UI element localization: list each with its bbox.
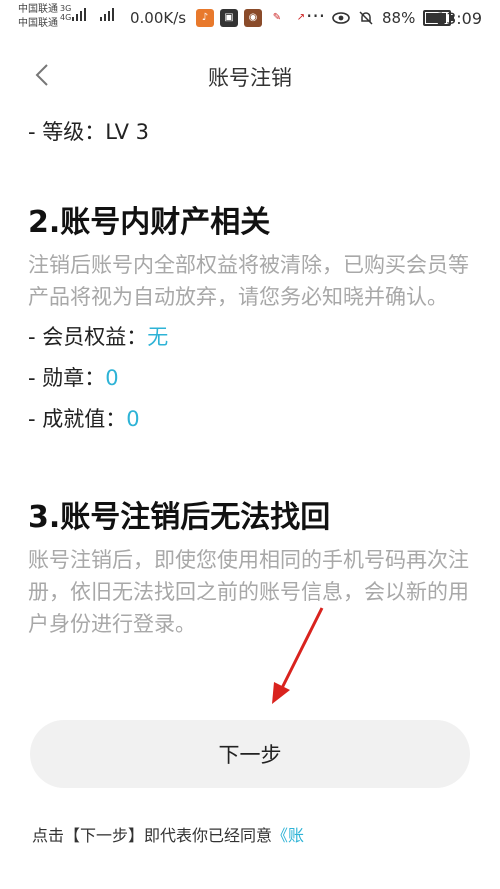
carrier-2: 中国联通 — [18, 18, 58, 29]
carrier-1: 中国联通 — [18, 4, 58, 15]
level-line: - 等级：LV 3 — [28, 120, 150, 144]
network-type: 3G 4G — [60, 4, 71, 22]
annotation-arrow-icon — [272, 607, 324, 704]
agreement-prefix: 点击【下一步】即代表你已经同意 — [32, 826, 273, 845]
signal-icon — [72, 8, 86, 21]
signal-icon-2 — [100, 8, 114, 21]
app-notification-icon: ✎ — [268, 9, 286, 27]
item-value: 0 — [105, 366, 119, 390]
item-value: 无 — [147, 325, 169, 349]
list-item: - 成就值：0 — [28, 399, 478, 440]
section-3-description: 账号注销后，即使您使用相同的手机号码再次注册，依旧无法找回之前的账号信息，会以新… — [28, 548, 469, 636]
item-value: 0 — [126, 407, 140, 431]
status-bar: 中国联通 中国联通 3G 4G 0.00K/s ♪ ▣ ◉ ✎ ↗ ··· 88… — [0, 0, 500, 36]
mute-bell-icon — [359, 11, 373, 25]
page-title: 账号注销 — [208, 66, 292, 90]
section-2-description: 注销后账号内全部权益将被清除，已购买会员等产品将视为自动放弃，请您务必知晓并确认… — [28, 253, 469, 309]
eye-icon — [332, 12, 350, 24]
account-deletion-info: - 等级：LV 3 2.账号内财产相关 注销后账号内全部权益将被清除，已购买会员… — [28, 112, 478, 644]
network-speed: 0.00K/s — [130, 9, 187, 27]
app-notification-icon: ▣ — [220, 9, 238, 27]
battery-percent: 88% — [382, 9, 416, 27]
clock: 13:09 — [435, 9, 482, 28]
agreement-link[interactable]: 《账 — [272, 826, 304, 845]
nav-bar: 账号注销 — [0, 40, 500, 110]
network-type-2: 4G — [60, 13, 72, 22]
next-step-button[interactable]: 下一步 — [30, 720, 470, 788]
network-type-1: 3G — [60, 4, 72, 13]
carrier-names: 中国联通 中国联通 — [18, 3, 58, 31]
item-label: - 会员权益： — [28, 325, 148, 349]
system-icons: 88% — [332, 9, 455, 27]
item-label: - 勋章： — [28, 366, 106, 390]
list-item: - 勋章：0 — [28, 358, 478, 399]
more-notifications-icon: ··· — [306, 4, 326, 28]
app-notification-icon: ◉ — [244, 9, 262, 27]
section-3-title: 3.账号注销后无法找回 — [28, 500, 331, 535]
agreement-text: 点击【下一步】即代表你已经同意《账 — [32, 822, 304, 846]
section-2-title: 2.账号内财产相关 — [28, 205, 271, 240]
item-label: - 成就值： — [28, 407, 127, 431]
notification-icons: ♪ ▣ ◉ ✎ ↗ — [196, 9, 310, 27]
list-item: - 会员权益：无 — [28, 317, 478, 358]
app-notification-icon: ♪ — [196, 9, 214, 27]
